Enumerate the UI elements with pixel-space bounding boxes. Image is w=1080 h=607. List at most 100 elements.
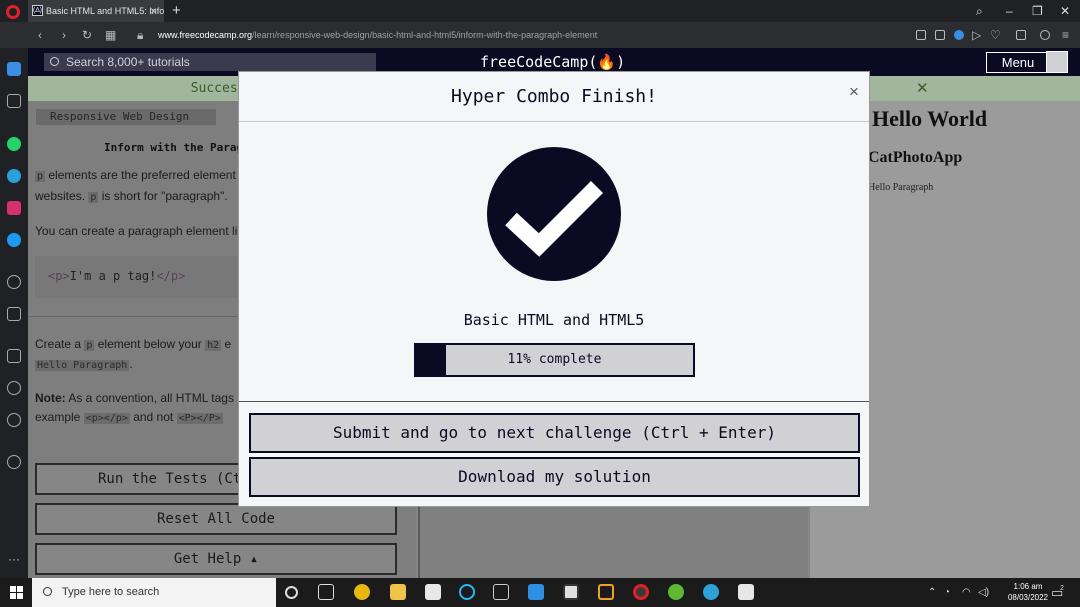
completion-modal: Hyper Combo Finish! × Basic HTML and HTM… <box>238 71 870 507</box>
opera-logo-icon[interactable] <box>6 5 20 19</box>
profile-icon[interactable] <box>1040 30 1050 40</box>
whatsapp-icon[interactable] <box>7 137 21 151</box>
twitter-icon[interactable] <box>7 233 21 247</box>
reset-code-button[interactable]: Reset All Code <box>35 503 397 535</box>
network-icon[interactable]: ◔ <box>944 578 950 607</box>
browser-titlebar: (∆) Basic HTML and HTML5: Inform with th… <box>0 0 1080 22</box>
telegram-icon[interactable] <box>7 169 21 183</box>
volume-icon[interactable]: ◁) <box>978 578 989 607</box>
alexa-icon[interactable] <box>459 584 475 600</box>
taskbar-search-input[interactable]: Type here to search <box>32 578 276 607</box>
reload-icon[interactable]: ↻ <box>82 22 92 48</box>
submit-next-button[interactable]: Submit and go to next challenge (Ctrl + … <box>249 413 860 453</box>
download-solution-button[interactable]: Download my solution <box>249 457 860 497</box>
code-text: I'm a p tag! <box>69 269 157 283</box>
speed-dial-icon[interactable]: ▦ <box>105 22 116 48</box>
fcc-favicon-icon: (∆) <box>32 5 43 16</box>
note-text: example <box>35 410 81 424</box>
get-help-button[interactable]: Get Help ▴ <box>35 543 397 575</box>
taskbar-clock[interactable]: 1:06 am 08/03/2022 <box>1006 581 1050 603</box>
tab-search-icon[interactable]: ⌕ <box>976 0 983 22</box>
code-chip-p: p <box>35 171 46 182</box>
home-icon[interactable] <box>7 62 21 76</box>
extensions-icon[interactable] <box>1016 30 1026 40</box>
instagram-icon[interactable] <box>7 201 21 215</box>
task-text: Create a <box>35 337 82 351</box>
new-tab-icon[interactable]: + <box>172 0 181 22</box>
snapshot-icon[interactable] <box>935 30 945 40</box>
paragraph-text: is short for "paragraph". <box>101 189 228 203</box>
utorrent-icon[interactable] <box>668 584 684 600</box>
task-line-1: Create a p element below your h2 e <box>35 337 231 351</box>
tab-close-icon[interactable]: × <box>150 0 157 22</box>
code-chip-p: p <box>84 340 95 351</box>
back-icon[interactable]: ‹ <box>38 22 42 48</box>
taskbar-search-placeholder: Type here to search <box>62 586 160 598</box>
url-path: /learn/responsive-web-design/basic-html-… <box>252 30 598 40</box>
fcc-logo[interactable]: freeCodeCamp(🔥) <box>480 51 625 73</box>
play-icon[interactable]: ▷ <box>972 22 981 48</box>
clock-time: 1:06 am <box>1013 582 1043 591</box>
edge-icon[interactable] <box>703 584 719 600</box>
code-chip-bad: <P></P> <box>176 413 223 424</box>
note-line-2: example <p></p> and not <P></P> <box>35 410 223 424</box>
code-close-tag: </p> <box>156 269 186 283</box>
more-icon[interactable]: ··· <box>7 553 21 570</box>
task-text: . <box>129 357 133 371</box>
preview-heading: Hello World <box>872 106 988 131</box>
history-icon[interactable] <box>7 381 21 395</box>
preview-subheading: CatPhotoApp <box>868 149 963 166</box>
windows-start-icon[interactable] <box>10 586 23 599</box>
windows-taskbar: Type here to search ⌃ ◔ ◠ ◁) 1:06 am 08/… <box>0 578 1080 607</box>
note-text: As a convention, all HTML tags <box>68 391 234 405</box>
paragraph-text: websites. <box>35 189 86 203</box>
code-chip-good: <p></p> <box>83 413 130 424</box>
close-window-icon[interactable]: ✕ <box>1060 0 1070 22</box>
modal-header: Hyper Combo Finish! × <box>239 72 869 122</box>
favorites-icon[interactable] <box>7 349 21 363</box>
settings-icon[interactable] <box>7 413 21 427</box>
banner-close-icon[interactable]: ✕ <box>916 76 929 101</box>
fcc-search-input[interactable]: Search 8,000+ tutorials <box>44 53 376 71</box>
star-icon[interactable] <box>7 94 21 108</box>
opera-taskbar-icon[interactable] <box>633 584 649 600</box>
tray-chevron-icon[interactable]: ⌃ <box>928 578 936 607</box>
code-chip-hello: Hello Paragraph <box>35 360 130 371</box>
documents-icon[interactable] <box>493 584 509 600</box>
notification-count: 2 <box>1060 585 1064 592</box>
course-name: Basic HTML and HTML5 <box>463 311 645 329</box>
browser-tab[interactable]: (∆) Basic HTML and HTML5: Inform with th… <box>28 0 164 22</box>
address-bar: ‹ › ↻ ▦ 🔒︎ www.freecodecamp.org/learn/re… <box>0 22 1080 48</box>
task-line-2: Hello Paragraph. <box>35 357 133 371</box>
progress-text: 11% complete <box>507 352 602 367</box>
forward-icon[interactable]: › <box>62 22 66 48</box>
photos-icon[interactable] <box>738 584 754 600</box>
wifi-icon[interactable]: ◠ <box>962 578 971 607</box>
code-chip-p: p <box>88 192 99 203</box>
menu-button[interactable]: Menu <box>986 52 1050 73</box>
restore-icon[interactable]: ❐ <box>1032 0 1043 22</box>
sticky-app-icon[interactable] <box>598 584 614 600</box>
player-icon[interactable] <box>7 275 21 289</box>
chrome-icon[interactable] <box>354 584 370 600</box>
send-icon[interactable] <box>7 307 21 321</box>
mail-icon[interactable] <box>425 584 441 600</box>
modal-close-icon[interactable]: × <box>847 82 861 102</box>
vscode-icon[interactable] <box>528 584 544 600</box>
code-chip-h2: h2 <box>205 340 222 351</box>
lightbulb-icon[interactable] <box>7 455 21 469</box>
cortana-icon[interactable] <box>285 586 298 599</box>
task-view-icon[interactable] <box>318 584 334 600</box>
browser-menu-icon[interactable]: ≡ <box>1062 22 1069 48</box>
success-check-icon <box>487 147 621 281</box>
terminal-icon[interactable] <box>563 584 579 600</box>
share-icon[interactable] <box>916 30 926 40</box>
task-text: e <box>224 337 232 351</box>
file-explorer-icon[interactable] <box>390 584 406 600</box>
avatar[interactable] <box>1046 51 1068 73</box>
vpn-icon[interactable] <box>954 30 964 40</box>
url-field[interactable]: www.freecodecamp.org/learn/responsive-we… <box>158 22 597 48</box>
minimize-icon[interactable]: – <box>1006 0 1013 22</box>
heart-icon[interactable]: ♡ <box>990 22 1001 48</box>
breadcrumb[interactable]: Responsive Web Design <box>36 109 216 125</box>
